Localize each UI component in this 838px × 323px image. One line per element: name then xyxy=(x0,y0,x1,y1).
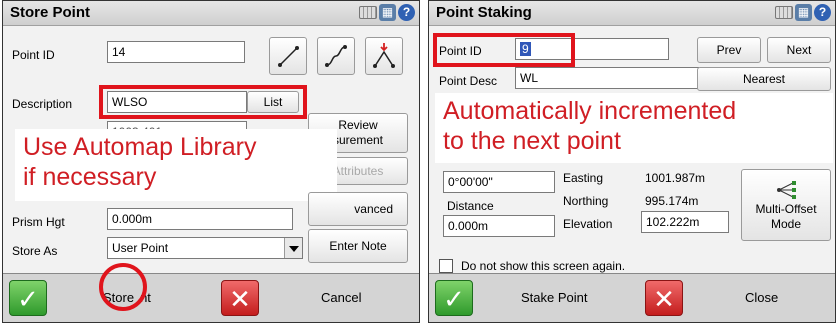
window-title: Point Staking xyxy=(436,4,532,21)
prism-height-label: Prism Hgt xyxy=(12,215,65,229)
store-as-select[interactable]: User Point xyxy=(107,237,303,259)
point-id-highlight xyxy=(433,33,575,67)
prism-height-input[interactable]: 0.000m xyxy=(107,208,293,230)
angle-input[interactable]: 0°00'00" xyxy=(443,171,555,193)
point-id-label: Point ID xyxy=(12,48,55,62)
description-highlight xyxy=(99,85,307,119)
enter-note-button[interactable]: Enter Note xyxy=(308,229,408,263)
point-desc-input[interactable]: WL xyxy=(515,67,699,89)
x-icon[interactable]: ✕ xyxy=(221,280,259,316)
store-point-highlight xyxy=(99,263,147,311)
prev-button[interactable]: Prev xyxy=(697,37,761,63)
northing-label: Northing xyxy=(563,194,609,208)
next-button[interactable]: Next xyxy=(767,37,831,63)
grid-icon[interactable]: ▦ xyxy=(795,4,812,21)
check-icon[interactable]: ✓ xyxy=(435,280,473,316)
chevron-down-icon[interactable] xyxy=(284,238,302,258)
title-bar: Store Point ▦ ? xyxy=(3,1,419,26)
description-label: Description xyxy=(12,97,73,111)
point-id-input[interactable]: 14 xyxy=(107,41,245,63)
help-icon[interactable]: ? xyxy=(814,4,831,21)
review-line1: Review xyxy=(338,118,378,132)
cancel-button[interactable]: Cancel xyxy=(321,290,361,305)
bottom-bar: ✓ Store nt ✕ Cancel xyxy=(3,273,419,322)
store-point-window: Store Point ▦ ? Point ID 14 Description … xyxy=(2,0,420,323)
automap-callout: Use Automap Library if necessary xyxy=(15,129,337,201)
elevation-input[interactable]: 102.222m xyxy=(641,211,729,233)
advanced-button[interactable]: vanced xyxy=(308,192,408,226)
x-icon[interactable]: ✕ xyxy=(645,280,683,316)
multi-offset-icon xyxy=(777,181,796,199)
grid-icon[interactable]: ▦ xyxy=(379,4,396,21)
callout-line1: Use Automap Library xyxy=(23,133,257,161)
close-button[interactable]: Close xyxy=(745,290,778,305)
distance-input[interactable]: 0.000m xyxy=(443,215,555,237)
bottom-bar: ✓ Stake Point ✕ Close xyxy=(429,273,835,322)
point-staking-window: Point Staking ▦ ? Point ID 9 Prev Next P… xyxy=(428,0,836,323)
multi-offset-line1: Multi-Offset xyxy=(755,202,817,216)
callout-line2: if necessary xyxy=(23,163,157,191)
easting-value: 1001.987m xyxy=(645,171,706,185)
window-title: Store Point xyxy=(10,4,91,21)
line-icon xyxy=(278,46,299,67)
help-icon[interactable]: ? xyxy=(398,4,415,21)
multi-offset-line2: Mode xyxy=(770,217,802,231)
store-as-label: Store As xyxy=(12,244,58,258)
northing-value: 995.174m xyxy=(645,194,699,208)
stake-point-button[interactable]: Stake Point xyxy=(521,290,588,305)
line-tool-button[interactable] xyxy=(269,37,307,75)
offset-tool-button[interactable] xyxy=(365,37,403,75)
increment-callout: Automatically incremented to the next po… xyxy=(435,93,833,163)
callout-line1: Automatically incremented xyxy=(443,97,737,125)
title-bar: Point Staking ▦ ? xyxy=(429,1,835,26)
distance-label: Distance xyxy=(447,199,494,213)
curve-tool-button[interactable] xyxy=(317,37,355,75)
store-as-value: User Point xyxy=(112,241,169,255)
check-icon[interactable]: ✓ xyxy=(9,280,47,316)
multi-offset-mode-button[interactable]: Multi-Offset Mode xyxy=(741,169,831,241)
curve-icon xyxy=(325,45,347,67)
easting-label: Easting xyxy=(563,171,604,185)
nearest-button[interactable]: Nearest xyxy=(697,67,831,91)
callout-line2: to the next point xyxy=(443,127,621,155)
point-desc-label: Point Desc xyxy=(439,74,498,88)
elevation-label: Elevation xyxy=(563,217,613,231)
review-line2: surement xyxy=(332,133,384,147)
keyboard-icon[interactable] xyxy=(775,6,793,19)
dont-show-label: Do not show this screen again. xyxy=(461,259,626,273)
dont-show-checkbox[interactable] xyxy=(439,259,453,273)
keyboard-icon[interactable] xyxy=(359,6,377,19)
triangle-icon xyxy=(373,43,395,68)
